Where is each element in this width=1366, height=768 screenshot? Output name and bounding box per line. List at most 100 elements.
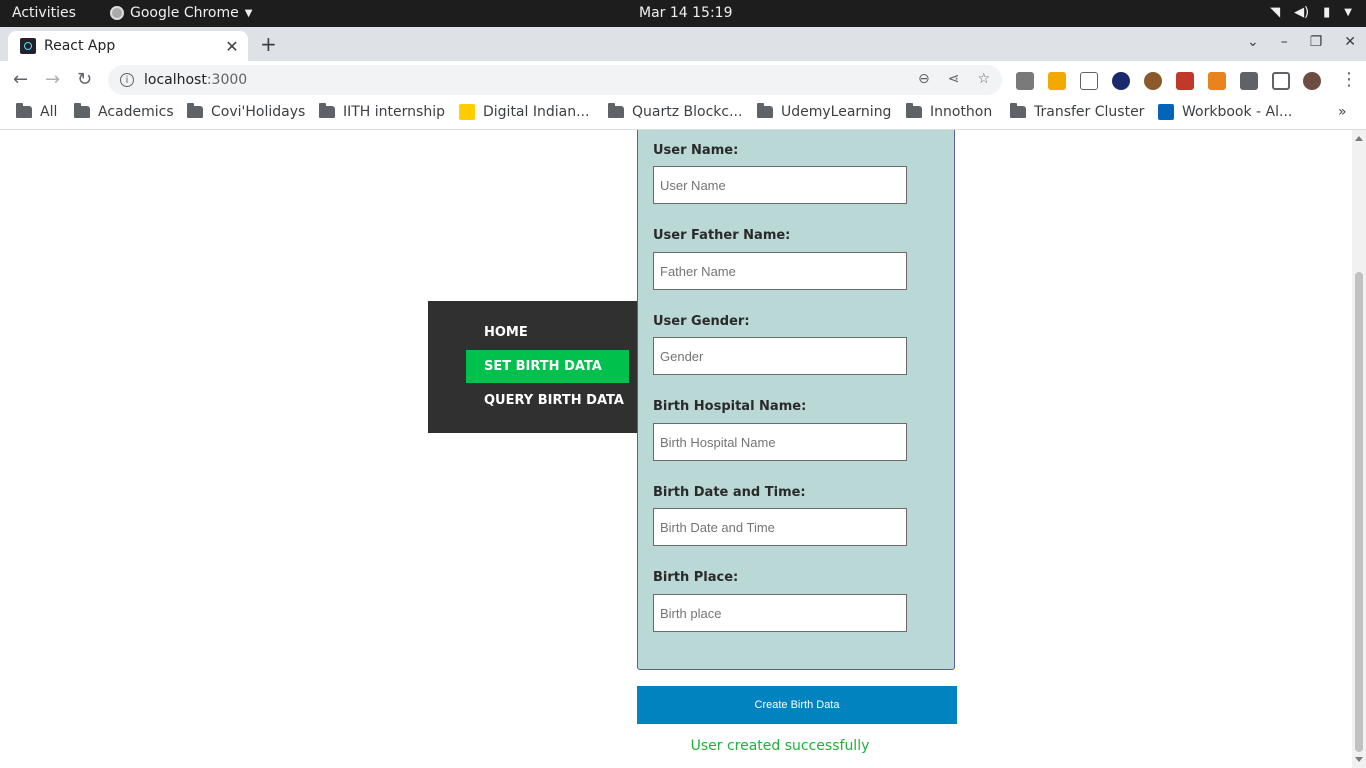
scroll-up-icon[interactable] — [1355, 136, 1363, 141]
sharepoint-icon — [1158, 104, 1174, 120]
minimize-icon[interactable]: – — [1281, 34, 1288, 50]
bookmark-item[interactable]: Academics — [74, 103, 174, 120]
window-controls: ⌄ – ❐ ✕ — [1247, 34, 1356, 50]
side-navigation: HOME SET BIRTH DATA QUERY BIRTH DATA — [428, 301, 637, 433]
extension-red-icon[interactable] — [1176, 72, 1194, 90]
nav-item-home[interactable]: HOME — [466, 316, 629, 349]
hospital-name-input[interactable] — [653, 423, 907, 461]
restore-icon[interactable]: ❐ — [1310, 34, 1323, 50]
tab-react-app[interactable]: React App ✕ — [8, 31, 248, 61]
user-name-input[interactable] — [653, 166, 907, 204]
bookmarks-bar: All Academics Covi'Holidays IITH interns… — [0, 99, 1366, 130]
close-tab-icon[interactable]: ✕ — [222, 37, 242, 56]
share-icon[interactable]: ⋖ — [948, 71, 960, 87]
bookmark-label: Transfer Cluster — [1034, 104, 1145, 120]
birth-datetime-label: Birth Date and Time: — [653, 485, 806, 500]
create-birth-data-button[interactable]: Create Birth Data — [637, 686, 957, 724]
caret-down-icon: ▼ — [1344, 7, 1352, 18]
battery-icon: ▮ — [1323, 5, 1331, 20]
gender-label: User Gender: — [653, 314, 750, 329]
system-top-bar: Activities Google Chrome ▼ Mar 14 15:19 … — [0, 0, 1366, 27]
bookmark-label: Academics — [98, 104, 174, 120]
metamask-icon[interactable] — [1208, 72, 1226, 90]
address-bar[interactable]: i localhost:3000 ⊖ ⋖ ☆ — [108, 65, 1002, 95]
nav-item-set-birth-data[interactable]: SET BIRTH DATA — [466, 350, 629, 383]
bookmark-star-icon[interactable]: ☆ — [977, 71, 990, 87]
url-port: :3000 — [206, 72, 248, 88]
page-scrollbar[interactable] — [1352, 130, 1366, 768]
tab-search-icon[interactable]: ⌄ — [1247, 34, 1259, 50]
site-icon — [459, 104, 475, 120]
father-name-label: User Father Name: — [653, 228, 791, 243]
bookmark-label: Covi'Holidays — [211, 104, 306, 120]
bookmark-label: IITH internship — [343, 104, 445, 120]
reload-icon[interactable]: ↻ — [77, 69, 92, 90]
chrome-icon — [110, 6, 124, 20]
profile-avatar[interactable] — [1303, 72, 1321, 90]
browser-toolbar: ← → ↻ i localhost:3000 ⊖ ⋖ ☆ ⋮ — [0, 61, 1366, 99]
bookmark-item[interactable]: Transfer Cluster — [1010, 103, 1145, 120]
bookmark-item[interactable]: All — [16, 103, 58, 120]
back-icon[interactable]: ← — [13, 69, 28, 90]
extension-cookie-icon[interactable] — [1144, 72, 1162, 90]
folder-icon — [757, 103, 773, 118]
react-icon — [20, 38, 36, 54]
bookmark-item[interactable]: Innothon — [906, 103, 993, 120]
nav-item-query-birth-data[interactable]: QUERY BIRTH DATA — [466, 384, 629, 417]
birth-place-input[interactable] — [653, 594, 907, 632]
forward-icon[interactable]: → — [45, 69, 60, 90]
bookmark-label: Innothon — [930, 104, 993, 120]
extensions-puzzle-icon[interactable] — [1240, 72, 1258, 90]
close-window-icon[interactable]: ✕ — [1344, 34, 1356, 50]
extension-circle-icon[interactable] — [1112, 72, 1130, 90]
page-viewport: HOME SET BIRTH DATA QUERY BIRTH DATA Use… — [0, 130, 1352, 768]
clock[interactable]: Mar 14 15:19 — [639, 5, 732, 21]
extension-code-icon[interactable] — [1080, 72, 1098, 90]
hospital-name-label: Birth Hospital Name: — [653, 399, 807, 414]
bookmark-label: Workbook - Al... — [1182, 104, 1293, 120]
bookmark-item[interactable]: Workbook - Al... — [1158, 104, 1292, 120]
folder-icon — [74, 103, 90, 118]
url-host: localhost — [144, 72, 207, 88]
wifi-icon: ◥ — [1270, 5, 1281, 20]
folder-icon — [16, 103, 32, 118]
bookmark-item[interactable]: Digital Indian... — [459, 104, 589, 120]
birth-data-form: User Name: User Father Name: User Gender… — [637, 130, 955, 670]
app-menu[interactable]: Google Chrome ▼ — [110, 5, 252, 21]
tab-strip: React App ✕ — [0, 27, 1366, 61]
bookmark-item[interactable]: IITH internship — [319, 103, 445, 120]
bookmark-item[interactable]: Quartz Blockc... — [608, 103, 743, 120]
menu-kebab-icon[interactable]: ⋮ — [1340, 69, 1358, 90]
father-name-input[interactable] — [653, 252, 907, 290]
gender-input[interactable] — [653, 337, 907, 375]
birth-place-label: Birth Place: — [653, 570, 739, 585]
zoom-icon[interactable]: ⊖ — [918, 71, 930, 87]
folder-icon — [1010, 103, 1026, 118]
site-info-icon[interactable]: i — [120, 73, 134, 87]
tab-title: React App — [44, 38, 116, 54]
birth-datetime-input[interactable] — [653, 508, 907, 546]
bookmark-label: All — [40, 104, 58, 120]
status-message: User created successfully — [690, 738, 870, 754]
folder-icon — [319, 103, 335, 118]
bookmark-label: UdemyLearning — [781, 104, 892, 120]
bookmark-item[interactable]: Covi'Holidays — [187, 103, 306, 120]
folder-icon — [906, 103, 922, 118]
more-bookmarks-button[interactable]: » — [1338, 104, 1347, 120]
extension-key-icon[interactable] — [1048, 72, 1066, 90]
folder-icon — [608, 103, 624, 118]
bookmark-item[interactable]: UdemyLearning — [757, 103, 892, 120]
folder-icon — [187, 103, 203, 118]
bookmark-label: Digital Indian... — [483, 104, 590, 120]
user-name-label: User Name: — [653, 143, 739, 158]
caret-down-icon: ▼ — [244, 7, 253, 19]
system-tray[interactable]: ◥ ◀) ▮ ▼ — [1270, 5, 1352, 20]
scrollbar-thumb[interactable] — [1355, 272, 1363, 752]
side-panel-icon[interactable] — [1272, 72, 1290, 90]
bookmark-label: Quartz Blockc... — [632, 104, 743, 120]
new-tab-button[interactable]: + — [260, 32, 277, 56]
extension-analytics-icon[interactable] — [1016, 72, 1034, 90]
activities-button[interactable]: Activities — [12, 5, 76, 21]
volume-icon: ◀) — [1294, 5, 1310, 20]
scroll-down-icon[interactable] — [1355, 757, 1363, 762]
